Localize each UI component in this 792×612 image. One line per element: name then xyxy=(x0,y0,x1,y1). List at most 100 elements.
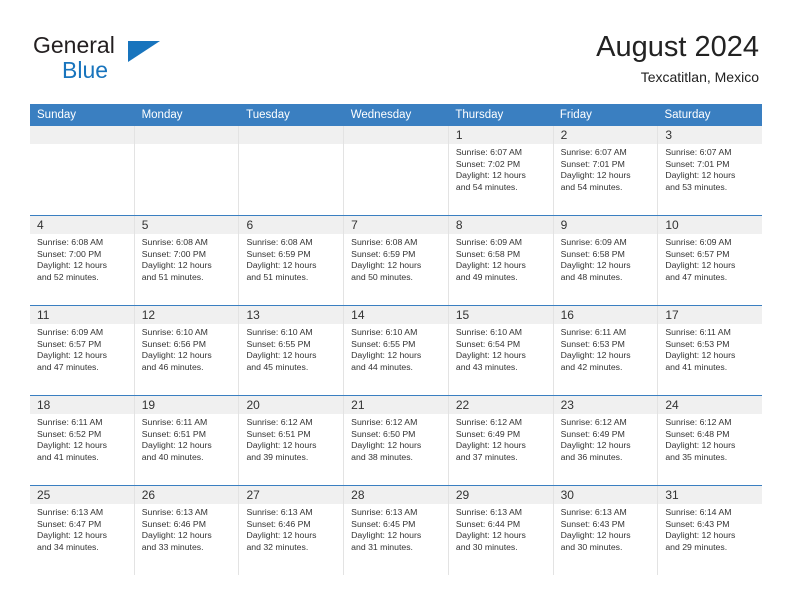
weekday-header-friday: Friday xyxy=(559,109,592,121)
calendar-day-cell[interactable]: 15 Sunrise: 6:10 AM Sunset: 6:54 PM Dayligh… xyxy=(448,306,554,395)
daylight-text-line1: Daylight: 12 hours xyxy=(665,350,736,361)
daylight-text-line2: and 45 minutes. xyxy=(246,361,309,372)
logo-text-blue: Blue xyxy=(62,57,109,83)
calendar-day-cell[interactable]: 13 Sunrise: 6:10 AM Sunset: 6:55 PM Dayligh… xyxy=(239,306,345,395)
day-sun-info: Sunrise: 6:11 AM Sunset: 6:52 PM Daylight:… xyxy=(30,414,134,468)
sunset-text: Sunset: 6:47 PM xyxy=(37,518,102,529)
daylight-text-line1: Daylight: 12 hours xyxy=(560,260,631,271)
day-number: 30 xyxy=(553,486,658,504)
sunset-text: Sunset: 6:59 PM xyxy=(246,248,311,259)
daylight-text-line1: Daylight: 12 hours xyxy=(560,170,631,181)
day-sun-info: Sunrise: 6:08 AM Sunset: 6:59 PM Daylight:… xyxy=(239,234,343,288)
calendar-day-cell[interactable]: 11 Sunrise: 6:09 AM Sunset: 6:57 PM Dayligh… xyxy=(30,306,135,395)
calendar-day-cell[interactable]: 24 Sunrise: 6:12 AM Sunset: 6:48 PM Dayligh… xyxy=(658,396,763,485)
sunrise-text: Sunrise: 6:10 AM xyxy=(351,327,418,337)
sunrise-text: Sunrise: 6:14 AM xyxy=(665,507,732,517)
calendar-day-cell[interactable]: 28 Sunrise: 6:13 AM Sunset: 6:45 PM Dayligh… xyxy=(344,486,449,575)
calendar-day-cell[interactable]: 1 Sunrise: 6:07 AM Sunset: 7:02 PM Daylight… xyxy=(448,126,554,215)
day-sun-info: Sunrise: 6:13 AM Sunset: 6:47 PM Daylight:… xyxy=(30,504,134,558)
sunrise-text: Sunrise: 6:13 AM xyxy=(351,507,418,517)
calendar-day-cell[interactable]: 29 Sunrise: 6:13 AM Sunset: 6:44 PM Dayligh… xyxy=(448,486,554,575)
sunrise-text: Sunrise: 6:07 AM xyxy=(560,147,627,157)
calendar-day-cell[interactable]: 8 Sunrise: 6:09 AM Sunset: 6:58 PM Daylight… xyxy=(448,216,554,305)
daylight-text-line2: and 44 minutes. xyxy=(351,361,413,372)
daylight-text-line2: and 48 minutes. xyxy=(560,271,623,282)
day-sun-info: Sunrise: 6:13 AM Sunset: 6:43 PM Daylight:… xyxy=(554,504,658,558)
day-number: 5 xyxy=(134,216,239,234)
calendar-day-cell[interactable]: 4 Sunrise: 6:08 AM Sunset: 7:00 PM Daylight… xyxy=(30,216,135,305)
calendar-day-cell[interactable]: 17 Sunrise: 6:11 AM Sunset: 6:53 PM Dayligh… xyxy=(658,306,763,395)
calendar-day-cell[interactable]: 18 Sunrise: 6:11 AM Sunset: 6:52 PM Dayligh… xyxy=(30,396,135,485)
sunrise-text: Sunrise: 6:09 AM xyxy=(665,237,732,247)
daylight-text-line1: Daylight: 12 hours xyxy=(37,530,108,541)
calendar-day-cell[interactable]: 31 Sunrise: 6:14 AM Sunset: 6:43 PM Dayligh… xyxy=(658,486,763,575)
day-number: 8 xyxy=(448,216,553,234)
day-sun-info: Sunrise: 6:12 AM Sunset: 6:48 PM Daylight:… xyxy=(658,414,762,468)
day-number: 2 xyxy=(553,126,658,144)
sunset-text: Sunset: 6:48 PM xyxy=(665,428,730,439)
calendar-day-cell[interactable]: 9 Sunrise: 6:09 AM Sunset: 6:58 PM Daylight… xyxy=(553,216,659,305)
calendar-day-cell[interactable]: 14 Sunrise: 6:10 AM Sunset: 6:55 PM Dayligh… xyxy=(344,306,449,395)
calendar-day-cell[interactable]: 22 Sunrise: 6:12 AM Sunset: 6:49 PM Dayligh… xyxy=(448,396,554,485)
daylight-text-line1: Daylight: 12 hours xyxy=(141,350,212,361)
sunset-text: Sunset: 7:02 PM xyxy=(455,158,521,169)
calendar-day-cell[interactable]: 5 Sunrise: 6:08 AM Sunset: 7:00 PM Daylight… xyxy=(134,216,240,305)
sunrise-text: Sunrise: 6:12 AM xyxy=(665,417,732,427)
daylight-text-line1: Daylight: 12 hours xyxy=(246,260,317,271)
sunrise-text: Sunrise: 6:07 AM xyxy=(665,147,732,157)
day-number: 18 xyxy=(30,396,134,414)
day-sun-info: Sunrise: 6:10 AM Sunset: 6:55 PM Daylight:… xyxy=(239,324,343,378)
day-sun-info: Sunrise: 6:07 AM Sunset: 7:02 PM Daylight:… xyxy=(449,144,553,198)
day-number: 14 xyxy=(344,306,448,324)
general-blue-logo[interactable]: General Blue xyxy=(33,32,263,88)
daylight-text-line2: and 33 minutes. xyxy=(141,541,204,552)
day-number: 1 xyxy=(448,126,553,144)
day-number: 25 xyxy=(30,486,134,504)
day-number: 20 xyxy=(239,396,344,414)
sunset-text: Sunset: 6:58 PM xyxy=(455,248,521,259)
calendar-day-cell[interactable]: 7 Sunrise: 6:08 AM Sunset: 6:59 PM Daylight… xyxy=(344,216,449,305)
sunrise-text: Sunrise: 6:10 AM xyxy=(455,327,523,337)
sunrise-text: Sunrise: 6:12 AM xyxy=(455,417,523,427)
daylight-text-line2: and 37 minutes. xyxy=(455,451,518,462)
calendar-day-cell[interactable]: 16 Sunrise: 6:11 AM Sunset: 6:53 PM Dayligh… xyxy=(553,306,659,395)
day-number: 7 xyxy=(344,216,448,234)
page-header: General Blue August 2024 Texcatitlan, Me… xyxy=(0,0,792,100)
calendar-day-cell[interactable]: 26 Sunrise: 6:13 AM Sunset: 6:46 PM Dayligh… xyxy=(134,486,240,575)
sunrise-text: Sunrise: 6:08 AM xyxy=(141,237,208,247)
day-number: 3 xyxy=(658,126,763,144)
day-sun-info: Sunrise: 6:11 AM Sunset: 6:51 PM Daylight:… xyxy=(135,414,239,468)
calendar-day-cell[interactable]: 27 Sunrise: 6:13 AM Sunset: 6:46 PM Dayligh… xyxy=(239,486,345,575)
daylight-text-line1: Daylight: 12 hours xyxy=(560,440,631,451)
page-title: August 2024 xyxy=(596,31,759,63)
daylight-text-line2: and 41 minutes. xyxy=(665,361,728,372)
calendar-day-cell[interactable]: 6 Sunrise: 6:08 AM Sunset: 6:59 PM Daylight… xyxy=(239,216,345,305)
calendar-day-cell[interactable]: 20 Sunrise: 6:12 AM Sunset: 6:51 PM Dayligh… xyxy=(239,396,345,485)
calendar-day-cell[interactable]: 30 Sunrise: 6:13 AM Sunset: 6:43 PM Dayligh… xyxy=(553,486,659,575)
daylight-text-line1: Daylight: 12 hours xyxy=(351,260,422,271)
day-number: 29 xyxy=(448,486,553,504)
daylight-text-line2: and 50 minutes. xyxy=(351,271,413,282)
calendar-day-cell[interactable]: 10 Sunrise: 6:09 AM Sunset: 6:57 PM Dayligh… xyxy=(658,216,763,305)
calendar-day-cell[interactable]: 19 Sunrise: 6:11 AM Sunset: 6:51 PM Dayligh… xyxy=(134,396,240,485)
calendar-day-cell[interactable]: 23 Sunrise: 6:12 AM Sunset: 6:49 PM Dayligh… xyxy=(553,396,659,485)
calendar-day-cell[interactable]: 21 Sunrise: 6:12 AM Sunset: 6:50 PM Dayligh… xyxy=(344,396,449,485)
calendar-week-row: 4 Sunrise: 6:08 AM Sunset: 7:00 PM Daylight… xyxy=(30,215,763,305)
calendar-day-cell[interactable]: 25 Sunrise: 6:13 AM Sunset: 6:47 PM Dayligh… xyxy=(30,486,135,575)
daylight-text-line1: Daylight: 12 hours xyxy=(246,530,317,541)
day-sun-info: Sunrise: 6:08 AM Sunset: 7:00 PM Daylight:… xyxy=(135,234,239,288)
daylight-text-line1: Daylight: 12 hours xyxy=(560,350,631,361)
daylight-text-line1: Daylight: 12 hours xyxy=(37,260,108,271)
sunrise-text: Sunrise: 6:12 AM xyxy=(351,417,418,427)
calendar-day-cell[interactable]: 12 Sunrise: 6:10 AM Sunset: 6:56 PM Dayligh… xyxy=(134,306,240,395)
sunset-text: Sunset: 6:43 PM xyxy=(560,518,625,529)
calendar-day-cell[interactable]: 2 Sunrise: 6:07 AM Sunset: 7:01 PM Daylight… xyxy=(553,126,659,215)
day-number: 16 xyxy=(553,306,658,324)
daylight-text-line2: and 47 minutes. xyxy=(37,361,99,372)
sunset-text: Sunset: 6:57 PM xyxy=(37,338,102,349)
sunrise-text: Sunrise: 6:08 AM xyxy=(37,237,104,247)
weekday-header-row: Sunday Monday Tuesday Wednesday Thursday… xyxy=(30,104,762,126)
sunset-text: Sunset: 6:53 PM xyxy=(665,338,730,349)
calendar-day-cell[interactable]: 3 Sunrise: 6:07 AM Sunset: 7:01 PM Daylight… xyxy=(658,126,763,215)
daylight-text-line2: and 43 minutes. xyxy=(455,361,518,372)
